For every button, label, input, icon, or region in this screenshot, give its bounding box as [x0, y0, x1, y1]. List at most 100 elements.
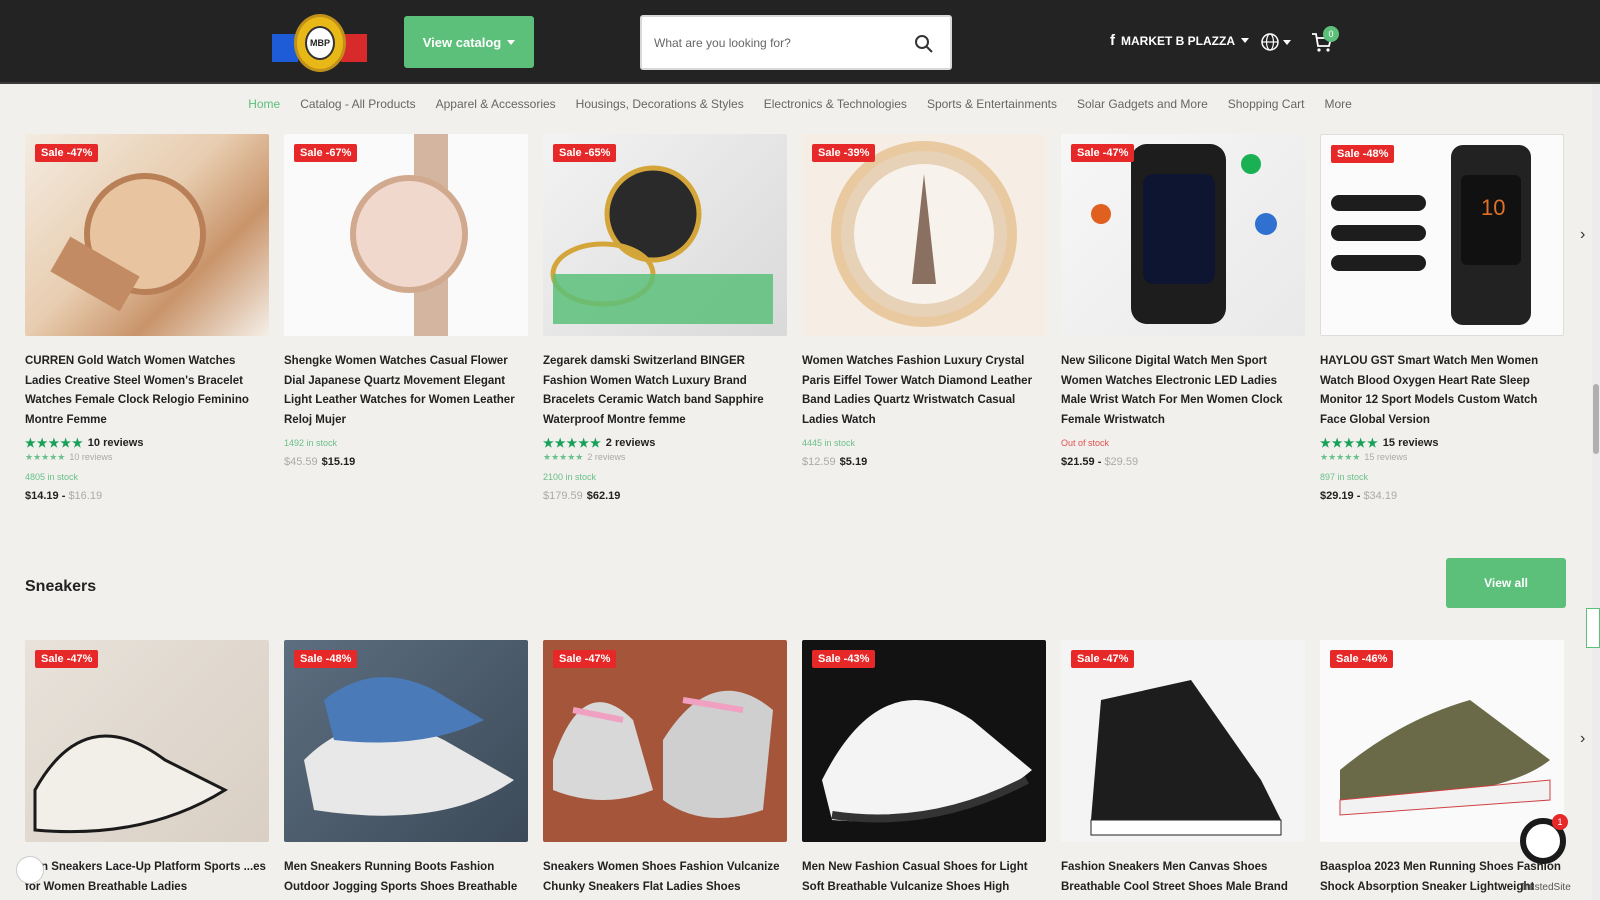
nav-item-electronics[interactable]: Electronics & Technologies	[764, 97, 907, 111]
scrollbar[interactable]	[1592, 84, 1600, 900]
nav-item-home[interactable]: Home	[248, 97, 280, 111]
nav-item-housings[interactable]: Housings, Decorations & Styles	[576, 97, 744, 111]
product-card[interactable]: Sale -47% Fashion Sneakers Men Canvas Sh…	[1061, 640, 1305, 898]
old-price: $179.59	[543, 490, 583, 502]
sale-badge: Sale -47%	[553, 650, 617, 668]
product-title[interactable]: Zegarek damski Switzerland BINGER Fashio…	[543, 352, 787, 430]
product-image[interactable]: 10 Sale -48%	[1320, 134, 1564, 336]
shoe-illustration	[33, 734, 229, 834]
product-rating-small: ★★★★★ 2 reviews	[543, 452, 626, 462]
trusted-site-badge[interactable]: TrustedSite	[1520, 882, 1571, 893]
product-card[interactable]: Sale -48% Men Sneakers Running Boots Fas…	[284, 640, 528, 898]
review-count: 2 reviews	[605, 437, 656, 449]
view-catalog-label: View catalog	[422, 34, 502, 50]
cart-count-badge: 0	[1323, 26, 1339, 42]
product-title[interactable]: Men New Fashion Casual Shoes for Light S…	[802, 858, 1046, 898]
product-card[interactable]: Sale -65% Zegarek damski Switzerland BIN…	[543, 134, 787, 506]
price-high: $16.19	[68, 490, 103, 502]
stock-status: 4445 in stock	[802, 438, 856, 448]
nav-item-catalog[interactable]: Catalog - All Products	[300, 97, 415, 111]
shoe-illustration	[822, 700, 1032, 823]
product-image[interactable]: Sale -43%	[802, 640, 1046, 842]
product-image[interactable]: Sale -47%	[1061, 640, 1305, 842]
scrollbar-thumb[interactable]	[1593, 384, 1599, 454]
nav-item-more[interactable]: More	[1324, 97, 1351, 111]
price-high: $34.19	[1363, 490, 1398, 502]
product-card[interactable]: Sale -46% Baasploa 2023 Men Running Shoe…	[1320, 640, 1564, 898]
view-all-button[interactable]: View all	[1446, 558, 1566, 608]
product-title[interactable]: ...en Sneakers Lace-Up Platform Sports .…	[25, 858, 269, 898]
view-catalog-button[interactable]: View catalog	[404, 16, 534, 68]
review-count-small: 2 reviews	[587, 452, 626, 462]
sale-badge: Sale -47%	[35, 144, 99, 162]
product-card[interactable]: Sale -47% New Silicone Digital Watch Men…	[1061, 134, 1305, 472]
side-widget-tab[interactable]	[1586, 608, 1600, 648]
nav-item-cart[interactable]: Shopping Cart	[1228, 97, 1305, 111]
review-count-small: 15 reviews	[1364, 452, 1408, 462]
product-rating: ★★★★★ 10 reviews	[25, 434, 269, 452]
product-price: $29.19 - $34.19	[1320, 490, 1398, 502]
chat-notification-badge: 1	[1552, 814, 1568, 830]
product-title[interactable]: Fashion Sneakers Men Canvas Shoes Breath…	[1061, 858, 1305, 898]
old-price: $45.59	[284, 456, 318, 468]
product-image[interactable]: Sale -67%	[284, 134, 528, 336]
product-title[interactable]: HAYLOU GST Smart Watch Men Women Watch B…	[1320, 352, 1564, 430]
product-image[interactable]: Sale -47%	[25, 640, 269, 842]
product-card[interactable]: Sale -47% Sneakers Women Shoes Fashion V…	[543, 640, 787, 898]
review-count: 15 reviews	[1382, 437, 1439, 449]
product-card[interactable]: Sale -39% Women Watches Fashion Luxury C…	[802, 134, 1046, 472]
language-selector[interactable]	[1260, 30, 1292, 54]
sale-badge: Sale -48%	[1331, 145, 1395, 163]
product-image[interactable]: Sale -47%	[543, 640, 787, 842]
product-price: $21.59 - $29.59	[1061, 456, 1139, 468]
carousel-next-icon[interactable]: ›	[1580, 226, 1585, 244]
product-card[interactable]: Sale -47% ...en Sneakers Lace-Up Platfor…	[25, 640, 269, 898]
logo-text: MBP	[305, 26, 335, 60]
chevron-down-icon	[1283, 39, 1291, 45]
product-rating: ★★★★★ 15 reviews	[1320, 434, 1564, 452]
price-low: $29.19	[1320, 490, 1354, 502]
cookie-settings-icon[interactable]	[16, 856, 44, 884]
price-low: $21.59	[1061, 456, 1095, 468]
top-header: MBP View catalog f MARKET B PLAZZA 0	[0, 0, 1600, 84]
product-title[interactable]: Shengke Women Watches Casual Flower Dial…	[284, 352, 528, 430]
product-image[interactable]: Sale -39%	[802, 134, 1046, 336]
market-selector[interactable]: f MARKET B PLAZZA	[1110, 32, 1249, 49]
product-price: $14.19 - $16.19	[25, 490, 103, 502]
sale-badge: Sale -47%	[35, 650, 99, 668]
product-price: $45.59 $15.19	[284, 452, 528, 472]
sale-badge: Sale -46%	[1330, 650, 1394, 668]
price-high: $29.59	[1104, 456, 1139, 468]
star-rating-icon: ★★★★★	[543, 436, 602, 450]
sale-badge: Sale -67%	[294, 144, 358, 162]
product-card[interactable]: Sale -47% CURREN Gold Watch Women Watche…	[25, 134, 269, 506]
price-low: $15.19	[321, 456, 356, 468]
product-card[interactable]: 10 Sale -48% HAYLOU GST Smart Watch Men …	[1320, 134, 1564, 506]
stock-status: 897 in stock	[1320, 472, 1369, 482]
globe-icon	[1261, 33, 1279, 51]
search-input[interactable]	[654, 31, 904, 55]
nav-item-apparel[interactable]: Apparel & Accessories	[436, 97, 556, 111]
product-card[interactable]: Sale -43% Men New Fashion Casual Shoes f…	[802, 640, 1046, 898]
product-title[interactable]: Sneakers Women Shoes Fashion Vulcanize C…	[543, 858, 787, 898]
search-icon[interactable]	[914, 34, 934, 54]
nav-item-solar[interactable]: Solar Gadgets and More	[1077, 97, 1208, 111]
product-card[interactable]: Sale -67% Shengke Women Watches Casual F…	[284, 134, 528, 472]
store-logo[interactable]: MBP	[272, 14, 367, 72]
product-title[interactable]: New Silicone Digital Watch Men Sport Wom…	[1061, 352, 1305, 430]
product-image[interactable]: Sale -46%	[1320, 640, 1564, 842]
review-count: 10 reviews	[87, 437, 144, 449]
watch-illustration	[350, 134, 468, 336]
product-image[interactable]: Sale -47%	[1061, 134, 1305, 336]
nav-item-sports[interactable]: Sports & Entertainments	[927, 97, 1057, 111]
product-image[interactable]: Sale -47%	[25, 134, 269, 336]
product-image[interactable]: Sale -65%	[543, 134, 787, 336]
product-title[interactable]: CURREN Gold Watch Women Watches Ladies C…	[25, 352, 269, 430]
price-low: $62.19	[586, 490, 621, 502]
product-title[interactable]: Men Sneakers Running Boots Fashion Outdo…	[284, 858, 528, 898]
product-image[interactable]: Sale -48%	[284, 640, 528, 842]
product-rating-small: ★★★★★ 10 reviews	[25, 452, 113, 462]
product-title[interactable]: Women Watches Fashion Luxury Crystal Par…	[802, 352, 1046, 430]
stock-status: Out of stock	[1061, 438, 1110, 448]
carousel-next-icon[interactable]: ›	[1580, 730, 1585, 748]
